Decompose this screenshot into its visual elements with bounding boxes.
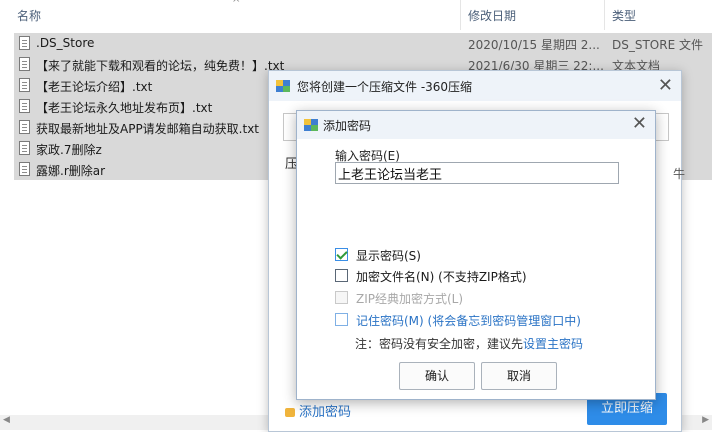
text-file-icon bbox=[19, 120, 30, 134]
confirm-button[interactable]: 确认 bbox=[399, 362, 475, 390]
scroll-left-icon[interactable]: ◀ bbox=[3, 415, 10, 425]
column-header-name[interactable]: 名称 bbox=[17, 7, 41, 24]
file-name: .DS_Store bbox=[36, 36, 95, 50]
text-file-icon bbox=[19, 57, 30, 71]
remember-password-label: 记住密码(M) (将会备忘到密码管理窗口中) bbox=[356, 314, 581, 328]
archive-icon bbox=[304, 119, 318, 131]
column-header-date[interactable]: 修改日期 bbox=[468, 7, 516, 24]
checkbox-checked-icon[interactable] bbox=[335, 248, 348, 261]
sort-arrow-icon: ^ bbox=[232, 0, 241, 9]
checkbox-icon[interactable] bbox=[335, 313, 348, 326]
encrypt-filenames-label: 加密文件名(N) (不支持ZIP格式) bbox=[356, 270, 527, 284]
partial-text: 牛 bbox=[673, 167, 686, 181]
compress-dialog-titlebar[interactable]: 您将创建一个压缩文件 -360压缩 ✕ bbox=[269, 71, 681, 101]
text-file-icon bbox=[19, 141, 30, 155]
note-text: 注：密码没有安全加密，建议先 bbox=[355, 337, 524, 351]
lock-icon bbox=[285, 408, 295, 417]
text-file-icon bbox=[19, 36, 30, 50]
set-master-password-link[interactable]: 设置主密码 bbox=[523, 337, 583, 351]
checkbox-disabled-icon bbox=[335, 291, 348, 304]
file-date: 2020/10/15 星期四 2... bbox=[468, 38, 600, 52]
close-icon[interactable]: ✕ bbox=[658, 75, 673, 96]
file-name: 获取最新地址及APP请发邮箱自动获取.txt bbox=[36, 122, 260, 136]
column-divider[interactable] bbox=[460, 0, 461, 30]
file-name: 【老王论坛介绍】.txt bbox=[36, 80, 153, 94]
column-header-type[interactable]: 类型 bbox=[612, 7, 636, 24]
column-divider[interactable] bbox=[604, 0, 605, 30]
file-name: 露娜.r删除ar bbox=[36, 164, 106, 178]
file-name: 家政.7删除z bbox=[36, 143, 102, 157]
text-file-icon bbox=[19, 162, 30, 176]
close-icon[interactable]: ✕ bbox=[632, 113, 647, 134]
password-input[interactable] bbox=[335, 162, 619, 184]
explorer-header: ^ 名称 修改日期 类型 bbox=[0, 0, 712, 30]
file-name: 【来了就能下载和观看的论坛，纯免费！】.txt bbox=[36, 59, 285, 73]
password-dialog-title: 添加密码 bbox=[323, 119, 372, 133]
scroll-right-icon[interactable]: ▶ bbox=[702, 415, 709, 425]
file-row[interactable]: .DS_Store 2020/10/15 星期四 2... DS_STORE 文件 bbox=[14, 33, 712, 54]
compress-dialog-title: 您将创建一个压缩文件 -360压缩 bbox=[297, 80, 473, 94]
file-name: 【老王论坛永久地址发布页】.txt bbox=[36, 101, 213, 115]
cancel-button[interactable]: 取消 bbox=[481, 362, 557, 390]
password-dialog-titlebar[interactable]: 添加密码 ✕ bbox=[297, 111, 655, 139]
text-file-icon bbox=[19, 99, 30, 113]
checkbox-icon[interactable] bbox=[335, 269, 348, 282]
add-password-link[interactable]: 添加密码 bbox=[285, 401, 351, 420]
zip-classic-label: ZIP经典加密方式(L) bbox=[356, 292, 464, 306]
file-type: DS_STORE 文件 bbox=[612, 38, 703, 52]
add-password-dialog: 添加密码 ✕ 输入密码(E) 显示密码(S) 加密文件名(N) (不支持ZIP格… bbox=[296, 110, 656, 400]
add-password-label: 添加密码 bbox=[299, 405, 352, 420]
archive-icon bbox=[276, 80, 290, 92]
text-file-icon bbox=[19, 78, 30, 92]
security-note: 注：密码没有安全加密，建议先设置主密码 bbox=[355, 335, 583, 352]
show-password-label: 显示密码(S) bbox=[356, 249, 421, 263]
